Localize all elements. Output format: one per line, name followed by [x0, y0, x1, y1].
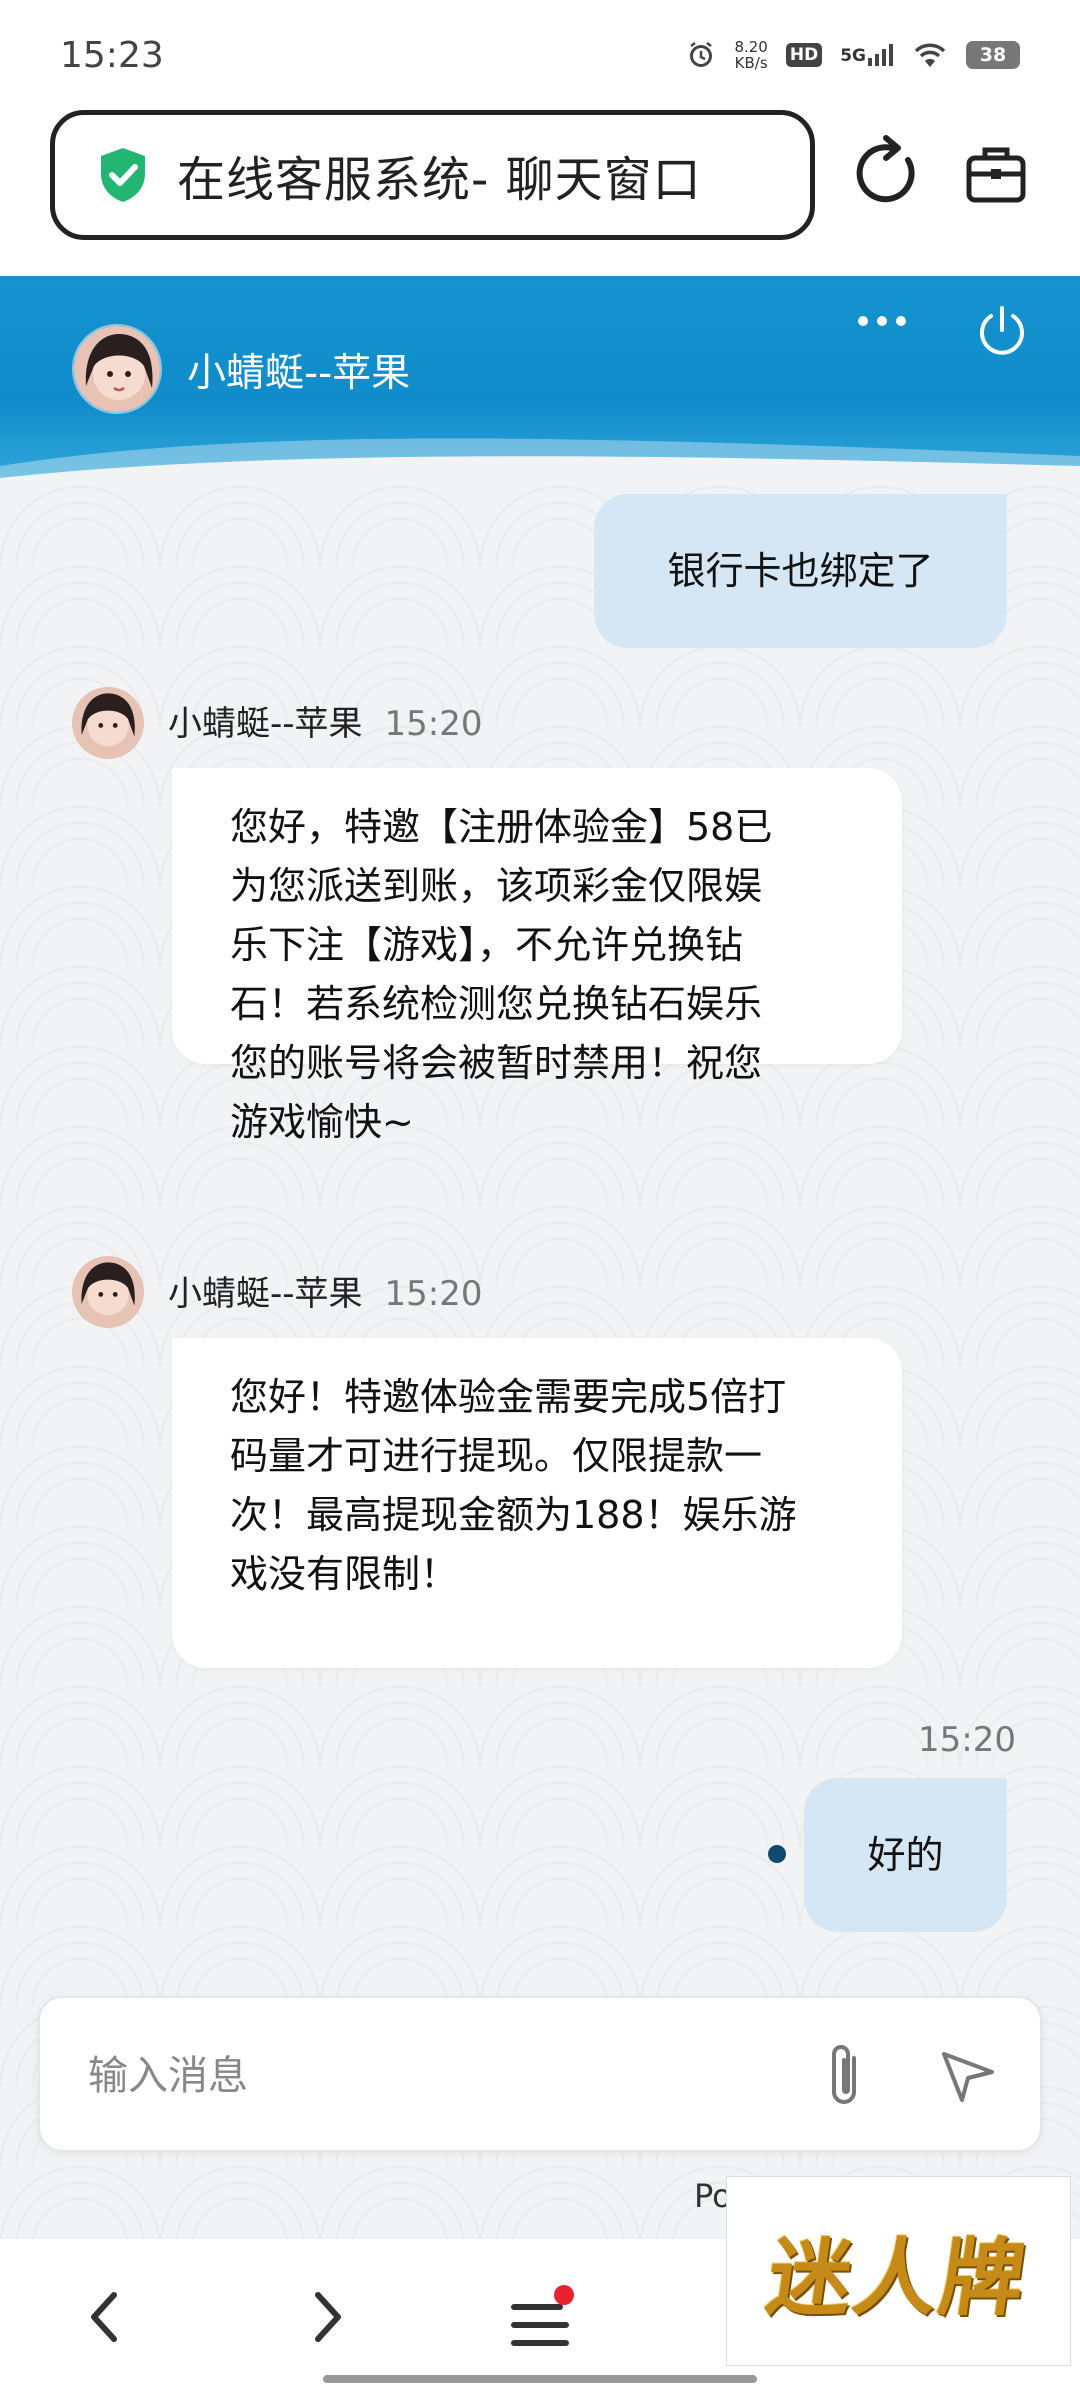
message-meta: 小蜻蜓--苹果 15:20 [168, 1266, 483, 1315]
message-outgoing[interactable]: 银行卡也绑定了 [594, 494, 1007, 648]
agent-avatar-small [72, 687, 144, 759]
message-line: 为您派送到账，该项彩金仅限娱 [230, 864, 763, 908]
menu-icon[interactable] [510, 2285, 580, 2351]
status-icons: 8.20 KB/s HD 5G 38 [686, 39, 1020, 71]
net-speed: 8.20 KB/s [734, 39, 767, 71]
agent-avatar [72, 324, 162, 414]
message-line: 游戏愉快~ [230, 1100, 414, 1144]
net-speed-value: 8.20 [734, 38, 768, 56]
message-line: 戏没有限制！ [230, 1552, 459, 1596]
message-incoming[interactable]: 您好！特邀体验金需要完成5倍打 码量才可进行提现。仅限提款一 次！最高提现金额为… [172, 1338, 902, 1668]
message-time: 15:20 [918, 1720, 1016, 1760]
message-line: 石！若系统检测您兑换钻石娱乐 [230, 982, 763, 1026]
message-text: 好的 [867, 1832, 944, 1877]
message-input[interactable] [88, 2038, 788, 2114]
message-meta: 小蜻蜓--苹果 15:20 [168, 696, 483, 745]
reload-icon[interactable] [852, 134, 922, 210]
status-bar: 15:23 8.20 KB/s HD 5G 38 [0, 0, 1080, 110]
agent-name: 小蜻蜓--苹果 [187, 351, 411, 396]
header-wave [0, 438, 1080, 486]
watermark-text: 迷人牌 [761, 2227, 1034, 2327]
message-incoming[interactable]: 您好，特邀【注册体验金】58已 为您派送到账，该项彩金仅限娱 乐下注【游戏】，不… [172, 768, 902, 1144]
message-line: 您的账号将会被暂时禁用！祝您 [230, 1041, 763, 1085]
chat-messages[interactable]: 银行卡也绑定了 小蜻蜓--苹果 15:20 您好，特邀【注册体验金】58已 为您派… [0, 486, 1080, 2238]
chat-header: 小蜻蜓--苹果 [0, 276, 1080, 486]
alarm-icon [686, 40, 716, 70]
message-time: 15:20 [384, 704, 483, 744]
chevron-right-icon[interactable] [300, 2287, 352, 2347]
message-input-box [38, 1996, 1042, 2152]
message-outgoing[interactable]: 好的 [804, 1778, 1007, 1932]
gesture-bar [323, 2375, 757, 2383]
network-type: 5G [840, 46, 866, 66]
read-status-dot [768, 1845, 786, 1863]
signal-icon: 5G [840, 44, 894, 66]
message-line: 您好，特邀【注册体验金】58已 [230, 805, 773, 849]
paperclip-icon[interactable] [820, 2040, 872, 2112]
send-icon[interactable] [938, 2046, 998, 2106]
more-dots-icon[interactable] [858, 316, 910, 332]
address-bar[interactable]: 在线客服系统- 聊天窗口 [50, 110, 815, 240]
agent-avatar-small [72, 1256, 144, 1328]
message-line: 您好！特邀体验金需要完成5倍打 [230, 1375, 787, 1419]
page-title: 在线客服系统- 聊天窗口 [177, 152, 702, 208]
browser-toolbar: 在线客服系统- 聊天窗口 [0, 108, 1080, 276]
message-time: 15:20 [384, 1274, 483, 1314]
brand-watermark: 迷人牌 [726, 2176, 1071, 2366]
sender-name: 小蜻蜓--苹果 [168, 704, 363, 744]
shield-check-icon [101, 148, 145, 202]
power-icon[interactable] [975, 304, 1029, 358]
status-time: 15:23 [60, 34, 164, 76]
chevron-left-icon[interactable] [80, 2287, 132, 2347]
net-speed-unit: KB/s [734, 54, 768, 72]
hd-badge: HD [785, 43, 823, 67]
message-text: 银行卡也绑定了 [667, 548, 934, 593]
message-line: 乐下注【游戏】，不允许兑换钻 [230, 923, 744, 967]
sender-name: 小蜻蜓--苹果 [168, 1274, 363, 1314]
wifi-icon [912, 41, 948, 69]
message-line: 次！最高提现金额为188！娱乐游 [230, 1493, 797, 1537]
message-line: 码量才可进行提现。仅限提款一 [230, 1434, 763, 1478]
toolbox-icon[interactable] [965, 144, 1027, 204]
battery-icon: 38 [966, 41, 1020, 69]
